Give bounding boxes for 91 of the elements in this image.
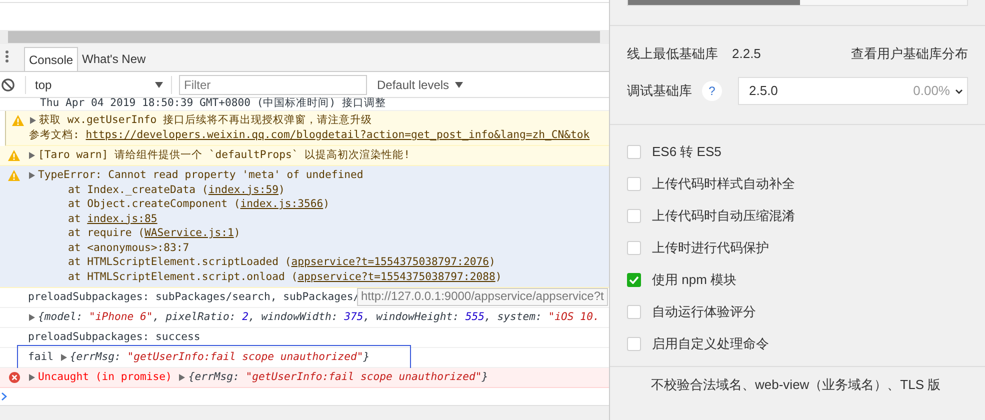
message-text: preloadSubpackages: success [28, 330, 200, 344]
message-text: ) [488, 255, 496, 270]
setting-label: 线上最低基础库 [627, 45, 719, 64]
more-options-icon[interactable] [5, 50, 9, 63]
message-text: fail [28, 350, 55, 364]
option-checkbox[interactable] [627, 337, 641, 351]
help-icon[interactable]: ? [702, 81, 722, 101]
number-value: 2 [242, 310, 248, 324]
distribution-link[interactable]: 查看用户基础库分布 [851, 44, 968, 64]
message-text: at Index._createData ( [68, 182, 208, 198]
option-checkbox[interactable] [627, 177, 641, 191]
console-tab[interactable]: Console [24, 47, 78, 71]
message-text: ) [323, 197, 330, 212]
message-text: ) [234, 226, 240, 242]
clear-icon[interactable] [1, 78, 15, 92]
string-value: "iPhone 6" [89, 310, 153, 324]
library-version-select[interactable]: 2.5.0 0.00% [738, 77, 968, 105]
option-label: 上传代码时样式自动补全 [652, 175, 795, 194]
checkmark-icon [629, 276, 639, 284]
source-link[interactable]: appservice?t=1554375038797:2088 [298, 270, 496, 285]
error-icon [8, 372, 20, 382]
url-tooltip: http://127.0.0.1:9000/appservice/appservice?t [357, 288, 608, 306]
message-text: at HTMLScriptElement.scriptLoaded ( [68, 255, 292, 270]
message-text: at [68, 212, 82, 227]
message-text: TypeError: Cannot read property 'meta' of undefined [38, 168, 364, 183]
caret-icon [455, 82, 464, 88]
disclosure-triangle-icon[interactable] [28, 312, 36, 322]
filter-field[interactable]: Filter [179, 74, 367, 94]
string-value: "iOS 10. [548, 310, 600, 324]
segment-control[interactable] [627, 0, 968, 6]
option-label: 使用 npm 模块 [652, 271, 737, 290]
option-checkbox[interactable] [627, 241, 641, 255]
warning-icon [8, 170, 20, 181]
levels-dropdown[interactable]: Default levels [377, 74, 464, 94]
message-text: preloadSubpackages: subPackages/search, subPackages/ [28, 290, 360, 304]
warning-icon [12, 115, 24, 126]
option-checkbox[interactable] [627, 273, 641, 287]
number-value: 555 [465, 310, 485, 324]
message-text: at require ( [68, 226, 145, 242]
object-text: {model: [38, 310, 84, 324]
source-link[interactable]: appservice?t=1554375038797:2076 [291, 255, 489, 270]
source-link[interactable]: index.js:59 [208, 182, 278, 198]
message-text: 获取 wx.getUserInfo 接口后续将不再出现授权弹窗，请注意升级 [39, 113, 372, 128]
disclosure-triangle-icon[interactable] [28, 151, 36, 160]
disclosure-triangle-icon[interactable] [60, 352, 68, 362]
object-text: , windowWidth: [248, 310, 339, 324]
source-link[interactable]: https://developers.weixin.qq.com/blogdetail?action=get_post_info&lang=zh_CN&tok [86, 128, 590, 143]
source-link[interactable]: index.js:85 [87, 212, 158, 227]
option-label: 自动运行体验评分 [652, 303, 756, 322]
message-text: Uncaught (in promise) [38, 370, 173, 384]
source-link[interactable]: index.js:3566 [240, 197, 324, 212]
option-label: 上传代码时自动压缩混淆 [652, 207, 795, 226]
string-value: "getUserInfo:fail scope unauthorized" [246, 370, 482, 384]
message-text: ) [495, 270, 502, 285]
option-label: 上传时进行代码保护 [652, 239, 769, 258]
object-text: } [363, 350, 370, 364]
option-label: 启用自定义处理命令 [652, 335, 769, 354]
message-text: ) [278, 182, 285, 198]
warning-icon [8, 150, 20, 161]
setting-value: 2.2.5 [732, 45, 761, 64]
disclosure-triangle-icon[interactable] [29, 116, 37, 125]
option-checkbox[interactable] [627, 209, 641, 223]
string-value: "getUserInfo:fail scope unauthorized" [127, 350, 364, 364]
option-label: ES6 转 ES5 [652, 143, 722, 162]
message-text: [Taro warn] 请给组件提供一个 `defaultProps` 以提高初次渲染性能! [38, 148, 410, 163]
message-text: 参考文档: [29, 128, 80, 143]
option-checkbox[interactable] [627, 145, 641, 159]
caret-icon [155, 82, 163, 88]
context-select[interactable]: top [26, 74, 171, 94]
message-text: at HTMLScriptElement.script.onload ( [68, 270, 298, 285]
chevron-down-icon [955, 88, 963, 94]
object-text: , pixelRatio: [152, 310, 237, 324]
prompt-icon [1, 392, 7, 400]
disclosure-triangle-icon[interactable] [28, 171, 36, 180]
disclosure-triangle-icon[interactable] [28, 372, 36, 382]
object-text: , system: [484, 310, 543, 324]
console-tab[interactable]: What's New [78, 47, 150, 71]
number-value: 375 [344, 310, 364, 324]
message-text: at Object.createComponent ( [68, 197, 240, 212]
setting-label: 不校验合法域名、web-view（业务域名）、TLS 版 [651, 376, 941, 394]
setting-label: 调试基础库 [627, 82, 692, 100]
object-text: {errMsg: [188, 370, 240, 384]
option-checkbox[interactable] [627, 305, 641, 319]
source-link[interactable]: WAService.js:1 [144, 226, 234, 242]
object-text: {errMsg: [70, 350, 122, 364]
disclosure-triangle-icon[interactable] [178, 372, 186, 382]
message-text: at <anonymous>:83:7 [68, 240, 190, 256]
message-text: Thu Apr 04 2019 18:50:39 GMT+0800 (中国标准时间) 接口调整 [40, 97, 386, 109]
object-text: } [482, 370, 488, 384]
object-text: , windowHeight: [363, 310, 460, 324]
scrollbar-thumb[interactable] [8, 31, 600, 43]
